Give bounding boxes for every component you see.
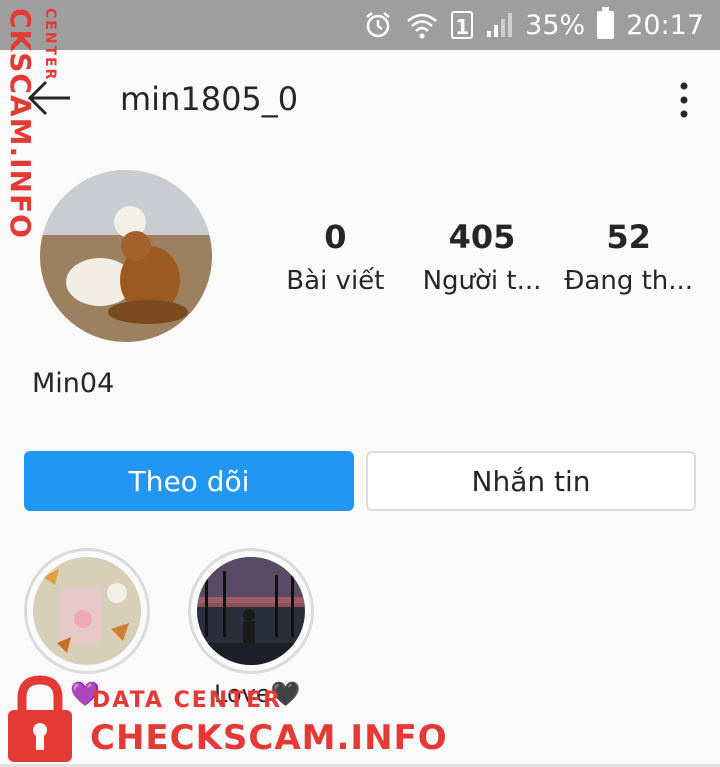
story-highlight[interactable] bbox=[24, 548, 150, 674]
stat-label: Đang th... bbox=[564, 266, 694, 296]
status-bar: 1 35% 20:17 bbox=[0, 0, 720, 50]
stat-followers[interactable]: 405 Người t... bbox=[409, 218, 556, 308]
watermark-vertical: CKSCAM.INFO bbox=[4, 8, 37, 239]
stat-value: 0 bbox=[324, 218, 347, 256]
battery-percent: 35% bbox=[525, 9, 586, 41]
stat-label: Người t... bbox=[422, 266, 542, 296]
wifi-icon bbox=[407, 13, 437, 39]
watermark-small-text: DATA CENTER bbox=[92, 688, 283, 713]
stat-label: Bài viết bbox=[286, 266, 385, 296]
stat-value: 52 bbox=[606, 218, 651, 256]
stat-following[interactable]: 52 Đang th... bbox=[555, 218, 702, 308]
stat-value: 405 bbox=[448, 218, 516, 256]
username: min1805_0 bbox=[120, 80, 299, 118]
status-icons: 1 35% 20:17 bbox=[363, 7, 704, 42]
avatar-photo bbox=[40, 170, 212, 342]
more-vertical-icon[interactable] bbox=[674, 80, 694, 120]
alarm-icon bbox=[366, 12, 390, 38]
avatar[interactable] bbox=[40, 170, 212, 342]
battery-icon bbox=[597, 7, 615, 39]
stat-posts[interactable]: 0 Bài viết bbox=[262, 218, 409, 308]
display-name: Min04 bbox=[32, 368, 115, 399]
highlight-cover bbox=[197, 557, 305, 665]
sim-icon: 1 bbox=[451, 11, 474, 39]
highlight-cover bbox=[33, 557, 141, 665]
signal-icon bbox=[487, 13, 513, 37]
follow-button[interactable]: Theo dõi bbox=[24, 451, 354, 511]
profile-header: min1805_0 bbox=[0, 50, 720, 150]
lock-icon bbox=[8, 675, 72, 762]
message-button[interactable]: Nhắn tin bbox=[366, 451, 696, 511]
profile-stats: 0 Bài viết 405 Người t... 52 Đang th... bbox=[262, 218, 702, 308]
watermark-big-text: CHECKSCAM.INFO bbox=[90, 718, 448, 758]
story-highlight[interactable] bbox=[188, 548, 314, 674]
clock: 20:17 bbox=[626, 9, 704, 41]
watermark-vertical-small: CENTER bbox=[42, 8, 58, 82]
